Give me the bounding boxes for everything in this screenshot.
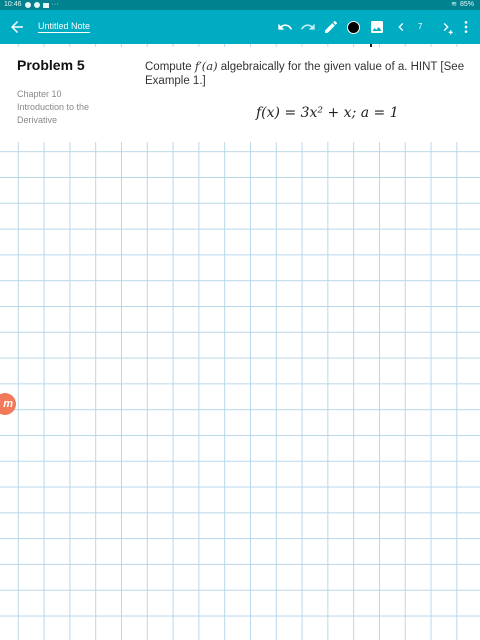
color-dot-icon[interactable] — [347, 21, 360, 34]
app-bar: Untitled Note 7 — [0, 10, 480, 44]
notification-icon — [24, 2, 31, 8]
redo-icon[interactable] — [300, 19, 316, 35]
status-bar: 10:46 ··· ≋ 85% — [0, 0, 480, 10]
battery-level: 85% — [459, 1, 474, 8]
status-time: 10:46 — [4, 1, 22, 8]
image-icon[interactable] — [369, 19, 385, 35]
derivative-notation: f′(a) — [194, 59, 218, 73]
pen-icon[interactable] — [323, 19, 339, 35]
chevron-right-icon[interactable] — [438, 19, 454, 35]
question-text-line2: Example 1.] — [145, 75, 206, 87]
chapter-info: Chapter 10 Introduction to the Derivativ… — [17, 88, 127, 127]
problem-header: Problem 5 Chapter 10 Introduction to the… — [0, 47, 480, 142]
formula: f(x) = 3x² + x; a = 1 — [256, 105, 399, 121]
more-notifications-icon: ··· — [51, 1, 59, 8]
notification-icon — [33, 2, 40, 8]
note-title[interactable]: Untitled Note — [38, 21, 91, 33]
chapter-number: Chapter 10 — [17, 89, 62, 99]
gallery-icon — [42, 2, 49, 8]
more-vert-icon[interactable] — [458, 19, 474, 35]
problem-title: Problem 5 — [17, 57, 85, 73]
page-number: 7 — [418, 22, 423, 31]
chapter-name: Introduction to the Derivative — [17, 102, 90, 125]
wifi-icon: ≋ — [451, 1, 457, 8]
chevron-left-icon[interactable] — [393, 19, 409, 35]
undo-icon[interactable] — [277, 19, 293, 35]
arrow-left-icon[interactable] — [8, 18, 26, 36]
question-text: Compute f′(a) algebraically for the give… — [145, 59, 465, 73]
